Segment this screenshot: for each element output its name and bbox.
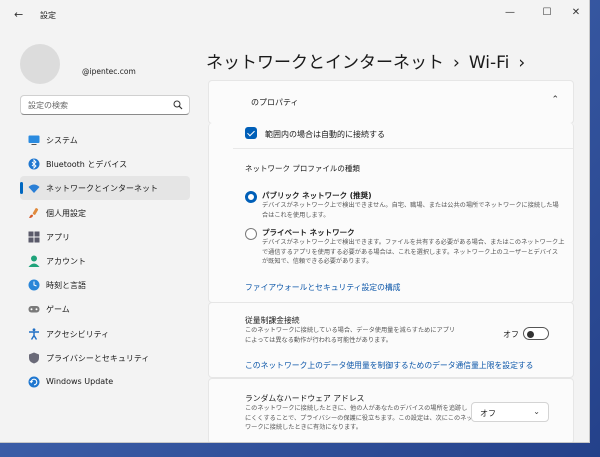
sidebar-item-apps[interactable]: アプリ: [20, 225, 190, 249]
metered-toggle-label: オフ: [503, 330, 519, 339]
random-hw-desc: このネットワークに接続したときに、他の人があなたのデバイスの場所を追跡し にくく…: [245, 404, 485, 433]
bluetooth-icon: [28, 158, 40, 170]
properties-title: のプロパティ: [251, 98, 299, 107]
chevron-down-icon: ⌄: [533, 407, 540, 416]
search-box[interactable]: [20, 95, 190, 115]
metered-toggle[interactable]: [523, 327, 549, 340]
breadcrumb-separator: ›: [453, 53, 460, 73]
public-network-radio[interactable]: [245, 191, 257, 203]
sidebar-item-windows-update[interactable]: Windows Update: [20, 370, 190, 394]
desc-line: によっては異なる動作が行われる可能性があります。: [245, 336, 392, 344]
desc-line: デバイスがネットワーク上で検出できます。ファイルを共有する必要がある場合、または…: [262, 239, 565, 246]
close-button[interactable]: ✕: [566, 7, 586, 23]
desc-line: が既知で、信頼できる必要があります。: [262, 258, 373, 265]
sidebar-item-gaming[interactable]: ゲーム: [20, 297, 190, 321]
sidebar-item-bluetooth[interactable]: Bluetooth とデバイス: [20, 152, 190, 176]
random-hw-select[interactable]: オフ ⌄: [471, 402, 549, 422]
auto-connect-checkbox[interactable]: [245, 127, 257, 139]
public-network-title: パブリック ネットワーク (推奨): [262, 191, 372, 200]
search-input[interactable]: [28, 99, 168, 112]
random-hw-select-value: オフ: [480, 409, 496, 418]
random-hw-address-card: ランダムなハードウェア アドレス このネットワークに接続したときに、他の人があな…: [208, 378, 574, 442]
wifi-icon: [28, 184, 40, 194]
desc-line: 合はこれを使用します。: [262, 211, 330, 219]
metered-desc: このネットワークに接続している場合、データ使用量を減らすためにアプリ によっては…: [245, 326, 485, 345]
sidebar-item-label: アプリ: [46, 232, 70, 242]
sidebar-item-label: プライバシーとセキュリティ: [46, 353, 150, 363]
maximize-button[interactable]: ☐: [537, 7, 557, 23]
sidebar-item-system[interactable]: システム: [20, 128, 190, 152]
minimize-button[interactable]: —: [500, 7, 520, 23]
clock-globe-icon: [28, 279, 40, 291]
firewall-settings-link[interactable]: ファイアウォールとセキュリティ設定の構成: [245, 282, 400, 293]
person-icon: [28, 255, 40, 267]
arrow-left-icon[interactable]: ←: [14, 8, 30, 22]
update-icon: [28, 376, 40, 388]
metered-title: 従量制課金接続: [245, 316, 300, 325]
brush-icon: [29, 207, 39, 218]
sidebar-item-label: Windows Update: [46, 376, 114, 386]
account-email: @ipentec.com: [82, 67, 136, 76]
search-icon[interactable]: [173, 100, 183, 110]
properties-body: 範囲内の場合は自動的に接続する ネットワーク プロファイルの種類 パブリック ネ…: [208, 123, 574, 303]
private-network-desc: デバイスがネットワーク上で検出できます。ファイルを共有する必要がある場合、または…: [262, 238, 572, 267]
sidebar-item-accounts[interactable]: アカウント: [20, 249, 190, 273]
desc-line: このネットワークに接続したときに、他の人があなたのデバイスの場所を追跡し: [245, 405, 468, 412]
apps-icon: [28, 231, 40, 243]
shield-icon: [29, 352, 39, 364]
public-network-desc: デバイスがネットワーク上で検出できません。自宅、職場、または公共の場所でネットワ…: [262, 201, 572, 220]
sidebar-item-label: ネットワークとインターネット: [46, 184, 158, 194]
sidebar-item-label: アクセシビリティ: [46, 329, 110, 339]
sidebar-item-label: Bluetooth とデバイス: [46, 160, 128, 170]
settings-window: ← 設定 — ☐ ✕ @ipentec.com システム Bluetooth と…: [0, 0, 590, 443]
app-title: 設定: [40, 11, 56, 20]
sidebar-item-label: アカウント: [46, 256, 86, 266]
sidebar-item-network[interactable]: ネットワークとインターネット: [20, 176, 190, 201]
sidebar-item-time-language[interactable]: 時刻と言語: [20, 273, 190, 297]
sidebar-item-label: システム: [46, 136, 78, 145]
divider: [233, 148, 573, 149]
desc-line: ワークに接続したときに有効になります。: [245, 424, 362, 431]
page-title: Wi-Fi: [468, 53, 510, 73]
sidebar-item-label: 個人用設定: [46, 208, 86, 218]
metered-connection-card: 従量制課金接続 このネットワークに接続している場合、データ使用量を減らすためにア…: [208, 302, 574, 378]
desc-line: にくくすることで、プライバシーの保護に役立ちます。この設定は、次にこのネット: [245, 414, 479, 422]
sidebar-item-label: 時刻と言語: [46, 281, 86, 291]
monitor-icon: [28, 135, 40, 145]
chevron-right-icon: ›: [518, 53, 526, 73]
desc-line: デバイスがネットワーク上で検出できません。自宅、職場、または公共の場所でネットワ…: [262, 202, 559, 209]
desc-line: で通信するアプリを使用する必要がある場合は、これを選択します。ネットワーク上のユ…: [262, 248, 559, 256]
auto-connect-label: 範囲内の場合は自動的に接続する: [265, 130, 385, 139]
sidebar-item-personalization[interactable]: 個人用設定: [20, 201, 190, 225]
chevron-up-icon[interactable]: ⌃: [551, 95, 559, 105]
avatar[interactable]: [20, 44, 60, 84]
accessibility-icon: [29, 327, 39, 340]
properties-header[interactable]: のプロパティ ⌃: [208, 80, 574, 124]
breadcrumb: ネットワークとインターネット › Wi-Fi ›: [206, 48, 534, 73]
title-bar: ← 設定 — ☐ ✕: [0, 0, 589, 30]
gamepad-icon: [28, 306, 40, 313]
breadcrumb-parent[interactable]: ネットワークとインターネット: [206, 48, 444, 73]
private-network-title: プライベート ネットワーク: [262, 228, 355, 237]
content-pane: のプロパティ ⌃ 範囲内の場合は自動的に接続する ネットワーク プロファイルの種…: [208, 80, 574, 442]
sidebar-item-label: ゲーム: [46, 305, 70, 315]
data-limit-link[interactable]: このネットワーク上のデータ使用量を制御するためのデータ通信量上限を設定する: [245, 360, 533, 371]
sidebar-item-accessibility[interactable]: アクセシビリティ: [20, 322, 190, 346]
desc-line: このネットワークに接続している場合、データ使用量を減らすためにアプリ: [245, 327, 456, 334]
profile-type-title: ネットワーク プロファイルの種類: [245, 164, 360, 173]
random-hw-title: ランダムなハードウェア アドレス: [245, 394, 365, 403]
private-network-radio[interactable]: [245, 228, 257, 240]
sidebar-nav: システム Bluetooth とデバイス ネットワークとインターネット 個人用設…: [20, 128, 190, 394]
sidebar-item-privacy[interactable]: プライバシーとセキュリティ: [20, 346, 190, 370]
